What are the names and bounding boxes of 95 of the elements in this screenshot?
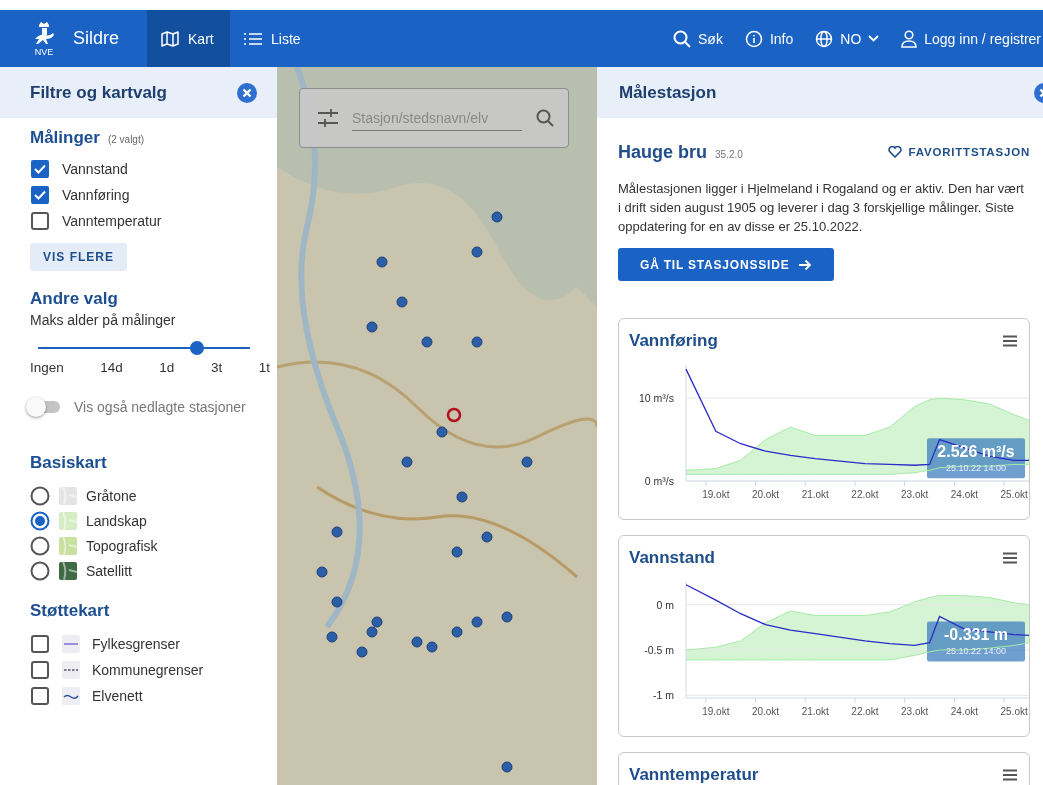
logo-text: NVE <box>34 47 54 57</box>
checkbox-label: Fylkesgrenser <box>92 636 180 652</box>
map-icon <box>161 30 180 47</box>
radio-button[interactable] <box>30 485 50 506</box>
selection-count: (2 valgt) <box>107 134 145 145</box>
axis-label: 23.okt <box>901 489 929 500</box>
login-button[interactable]: Logg inn / registrer <box>901 29 1041 48</box>
crown-logo-icon <box>33 20 55 46</box>
station-page-button[interactable]: GÅ TIL STASJONSSIDE <box>618 248 835 281</box>
checkbox[interactable] <box>30 634 50 654</box>
line-style-icon <box>62 661 80 679</box>
menu-icon[interactable] <box>1003 552 1017 564</box>
radio-button[interactable] <box>30 510 50 531</box>
line-style-icon <box>62 635 80 653</box>
nav-tab[interactable]: Kart <box>147 10 231 67</box>
axis-label: 23.okt <box>901 706 929 717</box>
axis-label: 24.okt <box>950 489 979 500</box>
axis-label: 21.okt <box>801 706 829 717</box>
filter-sliders-icon[interactable] <box>318 108 338 128</box>
radio-label: Gråtone <box>86 487 137 504</box>
menu-icon[interactable] <box>1003 769 1017 781</box>
station-name: Hauge bru <box>618 142 707 163</box>
axis-label: 19.okt <box>702 706 730 717</box>
caret-icon <box>868 35 880 42</box>
axis-label: 22.okt <box>851 489 879 500</box>
checkbox[interactable] <box>30 660 50 680</box>
slider-thumb[interactable] <box>190 341 204 355</box>
axis-label: 0 m <box>656 598 674 611</box>
radio-button[interactable] <box>30 560 50 581</box>
list-icon <box>244 31 263 46</box>
heart-icon <box>887 146 902 158</box>
chart-title: Vannstand <box>629 548 715 568</box>
section-heading: Andre valg <box>30 289 118 309</box>
station-number: 35.2.0 <box>715 149 743 160</box>
menu-icon[interactable] <box>1003 335 1017 347</box>
axis-label: -1 m <box>653 689 674 702</box>
axis-label: 21.okt <box>801 489 829 500</box>
chart-title: Vannføring <box>629 331 718 351</box>
checkbox-label: Vannstand <box>62 161 128 177</box>
axis-label: 19.okt <box>702 489 730 500</box>
user-icon <box>901 29 918 48</box>
info-button[interactable]: Info <box>744 29 794 48</box>
checkbox-label: Vannføring <box>62 187 130 203</box>
radio-label: Satellitt <box>86 562 132 579</box>
slider-tick-label: 1t <box>258 360 270 375</box>
tooltip-value: 2.526 m³/s <box>937 443 1015 461</box>
close-icon[interactable] <box>237 82 257 103</box>
axis-label: -0.5 m <box>644 643 674 656</box>
slider-tick-label: 3t <box>210 360 223 375</box>
tooltip-time: 25.10.22 14:00 <box>945 646 1007 657</box>
axis-label: 0 m³/s <box>644 475 674 487</box>
checkbox[interactable] <box>30 159 50 179</box>
search-button[interactable]: Søk <box>673 29 723 48</box>
axis-label: 20.okt <box>751 706 780 717</box>
age-slider[interactable] <box>38 342 250 354</box>
info-icon <box>744 29 763 48</box>
station-description: Målestasjonen ligger i Hjelmeland i Rogaland og er aktiv. Den har vært i drift siden august 1905 og leverer i dag 3 forskjellige målinger. Siste oppdatering for en av disse er 25.10.2022. <box>618 180 1025 236</box>
search-icon[interactable] <box>536 109 554 127</box>
app-title: Sildre <box>73 28 120 49</box>
panel-title: Filtre og kartvalg <box>30 82 167 103</box>
slider-tick-label: Ingen <box>30 360 64 375</box>
radio-label: Landskap <box>86 512 147 529</box>
tooltip-time: 25.10.22 14:00 <box>945 463 1007 474</box>
chart-title: Vanntemperatur <box>629 765 759 785</box>
checkbox[interactable] <box>30 686 50 706</box>
slider-tick-label: 1d <box>159 360 175 375</box>
slider-label: Maks alder på målinger <box>30 312 177 328</box>
toggle-label: Vis også nedlagte stasjoner <box>74 399 246 415</box>
axis-label: 24.okt <box>950 706 979 717</box>
arrow-right-icon <box>799 258 813 271</box>
axis-label: 22.okt <box>851 706 879 717</box>
radio-button[interactable] <box>30 535 50 556</box>
axis-label: 10 m³/s <box>639 392 674 405</box>
section-heading: Basiskart <box>30 453 107 473</box>
panel-title: Målestasjon <box>619 82 717 103</box>
show-more-button[interactable]: VIS FLERE <box>30 243 127 271</box>
favorite-button[interactable]: FAVORITTSTASJON <box>887 146 1030 158</box>
checkbox-label: Vanntemperatur <box>62 213 162 229</box>
search-field[interactable]: Stasjon/stedsnavn/elv <box>352 105 522 131</box>
radio-label: Topografisk <box>86 537 158 554</box>
language-button[interactable]: NO <box>815 29 880 48</box>
search-icon <box>673 29 691 48</box>
nav-tab[interactable]: Liste <box>230 10 315 67</box>
slider-tick-label: 14d <box>100 360 123 375</box>
globe-icon <box>815 29 834 48</box>
axis-label: 20.okt <box>751 489 780 500</box>
axis-label: 25.okt <box>1000 489 1028 500</box>
line-style-icon <box>62 687 80 705</box>
section-heading: Støttekart <box>30 601 110 621</box>
axis-label: 25.okt <box>1000 706 1028 717</box>
checkbox-label: Kommunegrenser <box>92 662 204 678</box>
section-heading: Målinger <box>30 128 100 148</box>
checkbox-label: Elvenett <box>92 688 143 704</box>
checkbox[interactable] <box>30 185 50 205</box>
checkbox[interactable] <box>30 211 50 231</box>
